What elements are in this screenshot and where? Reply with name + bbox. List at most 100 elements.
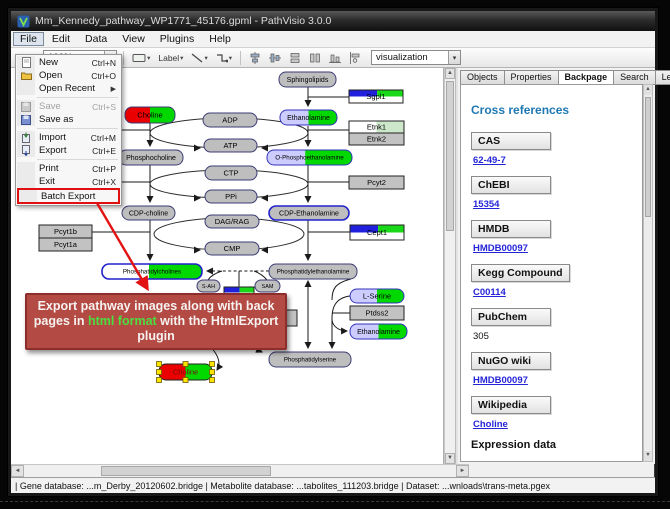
vertical-scroll-thumb[interactable] xyxy=(446,81,454,231)
scroll-down-icon[interactable]: ▼ xyxy=(445,453,455,464)
scroll-left-icon[interactable]: ◄ xyxy=(11,465,24,477)
metabolite-node[interactable]: ATP xyxy=(204,139,257,152)
visualization-combobox[interactable]: visualization ▾ xyxy=(371,50,461,65)
menu-item-open[interactable]: Open Ctrl+O xyxy=(17,69,120,82)
metabolite-node[interactable]: ADP xyxy=(203,113,257,127)
stack-vertical-button[interactable] xyxy=(287,50,303,66)
menu-item-print[interactable]: Print Ctrl+P xyxy=(17,162,120,175)
metabolite-node[interactable]: SAM xyxy=(255,280,280,292)
selection-handle[interactable] xyxy=(210,362,215,367)
horizontal-scroll-thumb[interactable] xyxy=(101,466,271,476)
metabolite-node[interactable]: Phosphatidylcholines xyxy=(102,264,202,279)
metabolite-node[interactable]: Choline xyxy=(157,362,215,383)
menu-item-import[interactable]: Import Ctrl+M xyxy=(17,131,120,144)
selection-handle[interactable] xyxy=(157,362,162,367)
menu-item-save-as[interactable]: Save as xyxy=(17,113,120,126)
align-left-button[interactable] xyxy=(347,50,363,66)
tab-objects[interactable]: Objects xyxy=(460,70,504,85)
menu-item-new[interactable]: New Ctrl+N xyxy=(17,56,120,69)
metabolite-node[interactable]: Sphingolipids xyxy=(279,72,336,87)
chevron-down-icon: ▾ xyxy=(147,54,150,62)
align-bottom-button[interactable] xyxy=(327,50,343,66)
pathway-edge xyxy=(332,279,351,300)
tab-search[interactable]: Search xyxy=(613,70,655,85)
node-label: CMP xyxy=(224,244,241,253)
align-center-button[interactable] xyxy=(247,50,263,66)
xref-link[interactable]: HMDB00097 xyxy=(473,243,642,254)
canvas-vertical-scrollbar[interactable]: ▲ ▼ xyxy=(444,68,455,464)
menu-edit[interactable]: Edit xyxy=(45,32,77,46)
menu-item-exit[interactable]: Exit Ctrl+X xyxy=(17,175,120,188)
cycle-arrowhead-icon xyxy=(261,145,268,152)
gene-node[interactable]: Ptdss2 xyxy=(350,306,404,320)
selection-handle[interactable] xyxy=(210,378,215,383)
node-label: CDP-choline xyxy=(129,211,168,218)
menu-item-save[interactable]: Save Ctrl+S xyxy=(17,100,120,113)
menu-view[interactable]: View xyxy=(115,32,152,46)
selection-handle[interactable] xyxy=(183,378,188,383)
gene-node[interactable]: Etnk2 xyxy=(349,133,404,145)
node-label: Pcyt2 xyxy=(367,178,386,187)
align-middle-button[interactable] xyxy=(267,50,283,66)
scroll-up-icon[interactable]: ▲ xyxy=(445,68,455,79)
datanode-tool-button[interactable]: ▾ xyxy=(130,50,152,66)
metabolite-node[interactable]: Choline xyxy=(125,107,175,123)
metabolite-node[interactable]: DAG/RAG xyxy=(205,215,259,228)
gene-node[interactable]: Pcyt1b xyxy=(39,225,92,238)
gene-node[interactable]: Etnk1 xyxy=(349,121,404,133)
selection-handle[interactable] xyxy=(157,370,162,375)
node-label: SAM xyxy=(262,284,274,290)
menu-item-batch-export[interactable]: Batch Export xyxy=(17,188,120,204)
gene-node[interactable]: Sgpl1 xyxy=(349,90,403,103)
metabolite-node[interactable]: Phosphatidylethanolamine xyxy=(269,264,357,279)
metabolite-node[interactable]: S-AH xyxy=(197,280,220,292)
canvas-horizontal-scrollbar[interactable]: ◄ ► xyxy=(11,464,469,477)
xref-link[interactable]: HMDB00097 xyxy=(473,375,642,386)
metabolite-node[interactable]: PPi xyxy=(205,190,257,203)
gene-node[interactable]: Pcyt1a xyxy=(39,238,92,251)
tab-backpage[interactable]: Backpage xyxy=(558,70,614,85)
gene-node[interactable]: Cept1 xyxy=(350,225,404,240)
scroll-down-icon[interactable]: ▼ xyxy=(644,451,652,461)
node-label: Choline xyxy=(173,368,198,377)
xref-link[interactable]: Choline xyxy=(473,419,642,430)
node-label: L-Serine xyxy=(363,292,391,301)
metabolite-node[interactable]: Ethanolamine xyxy=(280,110,337,125)
metabolite-node[interactable]: CDP-Ethanolamine xyxy=(269,206,349,220)
connector-tool-button[interactable]: ▾ xyxy=(214,50,234,66)
metabolite-node[interactable]: O-Phosphoethanolamine xyxy=(267,150,352,165)
visualization-dropdown-icon[interactable]: ▾ xyxy=(448,51,460,64)
selection-handle[interactable] xyxy=(157,378,162,383)
xref-link[interactable]: C00114 xyxy=(473,287,642,298)
metabolite-node[interactable]: CMP xyxy=(205,242,259,255)
scroll-right-icon[interactable]: ► xyxy=(456,465,469,477)
stack-horizontal-button[interactable] xyxy=(307,50,323,66)
gene-node[interactable]: Pcyt2 xyxy=(349,176,404,189)
node-label: Sgpl1 xyxy=(366,92,385,101)
panel-scroll-thumb[interactable] xyxy=(645,97,651,217)
tab-legend[interactable]: Legend xyxy=(655,70,670,85)
xref-link[interactable]: 62-49-7 xyxy=(473,155,642,166)
menu-item-export[interactable]: Export Ctrl+E xyxy=(17,144,120,157)
metabolite-node[interactable]: L-Serine xyxy=(350,289,404,303)
label-tool-button[interactable]: Label ▾ xyxy=(156,50,185,66)
metabolite-node[interactable]: CDP-choline xyxy=(122,206,175,220)
selection-handle[interactable] xyxy=(210,370,215,375)
panel-vertical-scrollbar[interactable]: ▲ ▼ xyxy=(643,84,653,462)
menu-plugins[interactable]: Plugins xyxy=(153,32,201,46)
menu-help[interactable]: Help xyxy=(202,32,238,46)
metabolite-node[interactable]: Phosphocholine xyxy=(119,150,183,165)
metabolite-node[interactable]: Ethanolamine xyxy=(350,324,407,339)
selection-handle[interactable] xyxy=(183,362,188,367)
metabolite-node[interactable]: CTP xyxy=(205,166,257,180)
menu-item-open-recent[interactable]: Open Recent ▶ xyxy=(17,82,120,95)
scroll-up-icon[interactable]: ▲ xyxy=(644,85,652,95)
metabolite-node[interactable]: Phosphatidylserine xyxy=(269,352,351,367)
menu-file[interactable]: File xyxy=(13,32,44,46)
xref-header: Kegg Compound xyxy=(471,264,570,282)
menu-data[interactable]: Data xyxy=(78,32,114,46)
line-tool-button[interactable]: ▾ xyxy=(189,50,209,66)
xref-header: PubChem xyxy=(471,308,551,326)
xref-link[interactable]: 15354 xyxy=(473,199,642,210)
tab-properties[interactable]: Properties xyxy=(504,70,558,85)
